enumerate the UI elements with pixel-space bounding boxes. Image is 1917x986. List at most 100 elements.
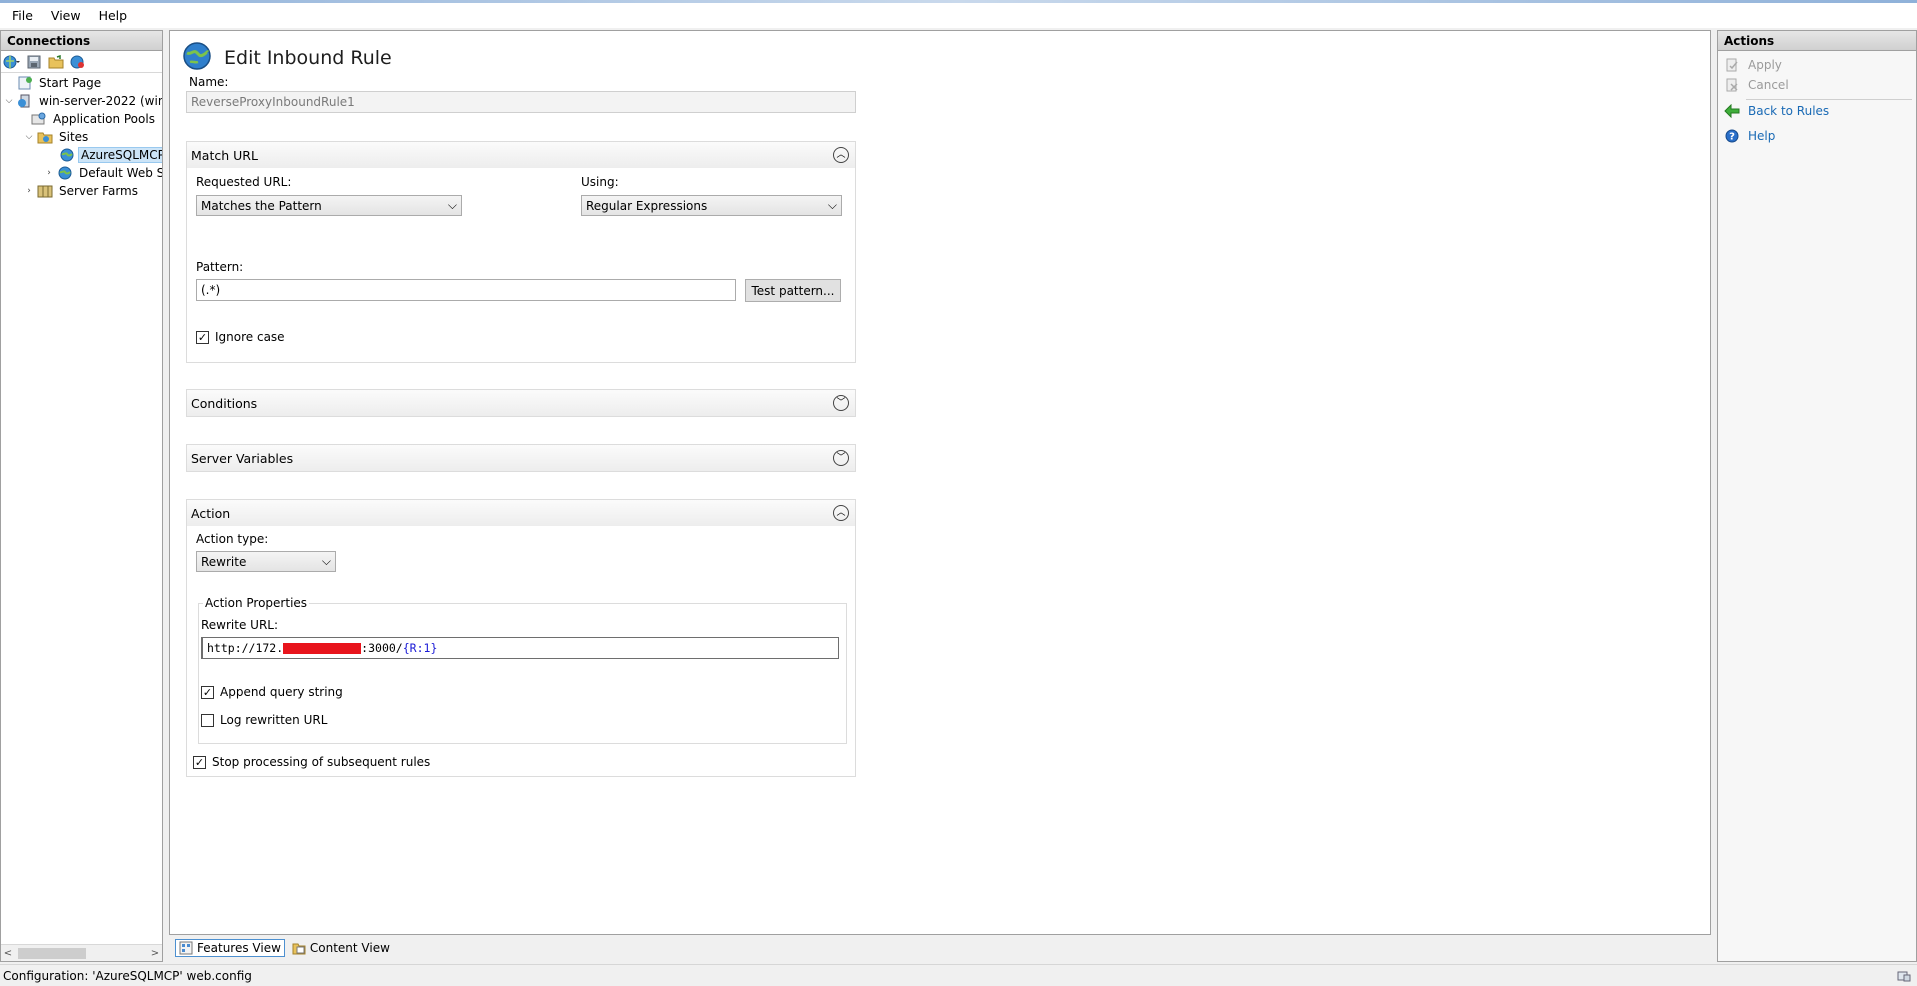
rewrite-url-input[interactable]: http://172.:3000/{R:1}	[201, 637, 839, 659]
save-icon[interactable]	[25, 54, 43, 70]
conditions-section: Conditions ﹀	[186, 389, 856, 417]
action-header[interactable]: Action ︿	[187, 500, 855, 526]
connect-globe-icon[interactable]	[3, 54, 21, 70]
rewrite-var-close: }	[430, 641, 438, 655]
tree-item-start-page[interactable]: Start Page	[15, 74, 104, 92]
append-query-string-checkbox[interactable]: ✓ Append query string	[201, 685, 343, 699]
redaction-bar	[283, 643, 362, 654]
tree-item-application-pools[interactable]: Application Pools	[29, 110, 158, 128]
using-select[interactable]: Regular Expressions ⌵	[581, 195, 842, 216]
apply-action[interactable]: Apply	[1724, 57, 1782, 73]
main-content: Edit Inbound Rule Name: ReverseProxyInbo…	[169, 30, 1711, 935]
action-type-select[interactable]: Rewrite ⌵	[196, 551, 336, 572]
action-properties-legend: Action Properties	[203, 596, 310, 610]
apply-icon	[1724, 57, 1740, 73]
tree-collapse-chevron-icon[interactable]: ›	[43, 168, 55, 178]
tree-expand-chevron-icon[interactable]: ⌵	[23, 132, 35, 142]
rewrite-url-port: :3000/	[361, 641, 403, 655]
sites-folder-icon	[37, 130, 53, 144]
tree-label: Sites	[59, 130, 89, 144]
tab-features-view[interactable]: Features View	[175, 939, 285, 957]
connections-hscrollbar[interactable]: < >	[1, 944, 162, 961]
tree-expand-chevron-icon[interactable]: ⌵	[3, 96, 15, 106]
tree-label: win-server-2022 (win-s	[39, 94, 162, 108]
chevron-down-icon: ⌵	[447, 198, 457, 212]
back-to-rules-label: Back to Rules	[1748, 104, 1830, 118]
tab-content-view[interactable]: Content View	[289, 939, 393, 957]
view-tabs: Features View Content View	[169, 937, 393, 959]
page-title: Edit Inbound Rule	[224, 46, 392, 69]
rewrite-url-prefix: http://172.	[207, 641, 284, 655]
menu-bar: File View Help	[0, 3, 1917, 28]
features-view-icon	[179, 941, 193, 955]
tree-item-server-farms[interactable]: › Server Farms	[23, 182, 141, 200]
chevron-down-icon: ⌵	[827, 198, 837, 212]
checkmark-icon[interactable]: ✓	[196, 330, 209, 344]
pattern-input[interactable]: (.*)	[196, 279, 736, 301]
tree-label: Default Web Sit	[79, 166, 162, 180]
stop-processing-label: Stop processing of subsequent rules	[212, 755, 431, 769]
using-value: Regular Expressions	[586, 198, 708, 213]
open-folder-icon[interactable]	[47, 54, 65, 70]
tree-label: Application Pools	[53, 112, 155, 126]
test-pattern-button[interactable]: Test pattern...	[745, 279, 841, 302]
empty-checkbox-icon[interactable]	[201, 713, 214, 727]
tree-item-azuresqlmcp[interactable]: AzureSQLMCP	[57, 146, 162, 164]
actions-header: Actions	[1718, 31, 1916, 51]
append-query-string-label: Append query string	[220, 685, 343, 699]
action-title: Action	[191, 505, 231, 521]
disconnect-icon[interactable]	[69, 54, 87, 70]
tree-label: Start Page	[39, 76, 102, 90]
server-icon	[17, 94, 33, 108]
tree-label: Server Farms	[59, 184, 138, 198]
scroll-left-icon[interactable]: <	[1, 948, 15, 959]
site-globe-icon	[57, 166, 73, 180]
menu-view[interactable]: View	[45, 8, 87, 23]
ignore-case-checkbox[interactable]: ✓ Ignore case	[196, 330, 285, 344]
checkmark-icon[interactable]: ✓	[193, 755, 206, 769]
conditions-header[interactable]: Conditions ﹀	[187, 390, 855, 416]
tree-collapse-chevron-icon[interactable]: ›	[23, 186, 35, 196]
match-url-header[interactable]: Match URL ︿	[187, 142, 855, 168]
back-arrow-icon	[1724, 103, 1740, 119]
menu-file[interactable]: File	[6, 8, 39, 23]
connections-toolbar	[1, 51, 162, 73]
actions-panel: Actions Apply Cancel Back to Rules ? Hel…	[1717, 30, 1917, 962]
help-action[interactable]: ? Help	[1724, 128, 1775, 144]
server-variables-section: Server Variables ﹀	[186, 444, 856, 472]
name-label: Name:	[189, 75, 229, 89]
help-icon: ?	[1724, 128, 1740, 144]
rewrite-var-open: {	[402, 641, 410, 655]
svg-text:?: ?	[1729, 132, 1735, 143]
connections-tree: Start Page ⌵ win-server-2022 (win-s Appl…	[1, 73, 162, 933]
menu-help-label: Help	[98, 8, 128, 23]
expand-down-icon[interactable]: ﹀	[833, 450, 849, 466]
server-variables-header[interactable]: Server Variables ﹀	[187, 445, 855, 471]
stop-processing-checkbox[interactable]: ✓ Stop processing of subsequent rules	[193, 755, 430, 769]
menu-help[interactable]: Help	[93, 8, 134, 23]
scroll-thumb[interactable]	[18, 947, 86, 959]
tree-item-server[interactable]: ⌵ win-server-2022 (win-s	[3, 92, 162, 110]
network-status-icon	[1897, 969, 1911, 986]
status-text: Configuration: 'AzureSQLMCP' web.config	[3, 968, 252, 983]
collapse-up-icon[interactable]: ︿	[833, 147, 849, 163]
log-rewritten-url-checkbox[interactable]: Log rewritten URL	[201, 713, 327, 727]
ignore-case-label: Ignore case	[215, 330, 285, 344]
collapse-up-icon[interactable]: ︿	[833, 505, 849, 521]
tree-item-default-web-site[interactable]: › Default Web Sit	[43, 164, 162, 182]
match-url-title: Match URL	[191, 147, 258, 163]
chevron-down-icon: ⌵	[321, 554, 331, 568]
tree-item-sites[interactable]: ⌵ Sites	[23, 128, 91, 146]
log-rewritten-url-label: Log rewritten URL	[220, 713, 328, 727]
requested-url-label: Requested URL:	[196, 175, 292, 189]
expand-down-icon[interactable]: ﹀	[833, 395, 849, 411]
checkmark-icon[interactable]: ✓	[201, 685, 214, 699]
name-field[interactable]: ReverseProxyInboundRule1	[186, 91, 856, 113]
app-pools-icon	[31, 112, 47, 126]
cancel-action[interactable]: Cancel	[1724, 77, 1789, 93]
apply-label: Apply	[1748, 58, 1782, 72]
requested-url-select[interactable]: Matches the Pattern ⌵	[196, 195, 462, 216]
back-to-rules-action[interactable]: Back to Rules	[1724, 103, 1829, 119]
site-globe-icon	[59, 148, 75, 162]
scroll-right-icon[interactable]: >	[148, 948, 162, 959]
